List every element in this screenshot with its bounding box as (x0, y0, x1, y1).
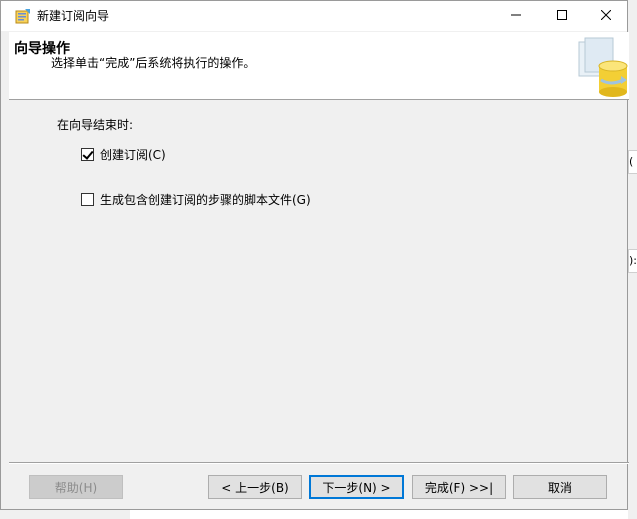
maximize-button[interactable] (539, 1, 585, 31)
maximize-icon (557, 9, 567, 23)
minimize-button[interactable] (493, 1, 539, 31)
create-subscription-option[interactable]: 创建订阅(C) (81, 146, 166, 163)
footer-divider-highlight (9, 463, 629, 464)
section-label: 在向导结束时: (57, 118, 134, 132)
generate-script-checkbox[interactable] (81, 193, 94, 206)
next-button[interactable]: 下一步(N) > (309, 475, 404, 499)
minimize-icon (511, 9, 521, 23)
close-icon (600, 9, 612, 23)
page-subtitle: 选择单击“完成”后系统将执行的操作。 (51, 56, 256, 70)
wizard-window: 新建订阅向导 向导操作 选择单击“完成”后系统将执行的操作。 在向导结束时: 创… (0, 0, 629, 510)
database-wizard-graphic (571, 36, 629, 98)
generate-script-label[interactable]: 生成包含创建订阅的步骤的脚本文件(G) (100, 191, 311, 208)
background-tab-label: ( (629, 155, 634, 168)
wizard-header-banner: 向导操作 选择单击“完成”后系统将执行的操作。 (9, 32, 629, 100)
wizard-content: 在向导结束时: 创建订阅(C) 生成包含创建订阅的步骤的脚本文件(G) (9, 101, 629, 461)
back-button[interactable]: < 上一步(B) (208, 475, 302, 499)
window-title: 新建订阅向导 (37, 9, 110, 23)
cancel-button[interactable]: 取消 (513, 475, 607, 499)
help-button[interactable]: 帮助(H) (29, 475, 123, 499)
background-tab: ): (628, 249, 637, 273)
background-tab: ( (628, 150, 637, 174)
background-tab-label: ): (629, 254, 637, 267)
background-bottom-strip (0, 510, 130, 519)
title-bar[interactable]: 新建订阅向导 (1, 1, 627, 31)
close-button[interactable] (583, 1, 629, 31)
wizard-app-icon (15, 8, 31, 24)
create-subscription-label[interactable]: 创建订阅(C) (100, 146, 166, 163)
create-subscription-checkbox[interactable] (81, 148, 94, 161)
finish-button[interactable]: 完成(F) >>| (412, 475, 506, 499)
generate-script-option[interactable]: 生成包含创建订阅的步骤的脚本文件(G) (81, 191, 311, 208)
